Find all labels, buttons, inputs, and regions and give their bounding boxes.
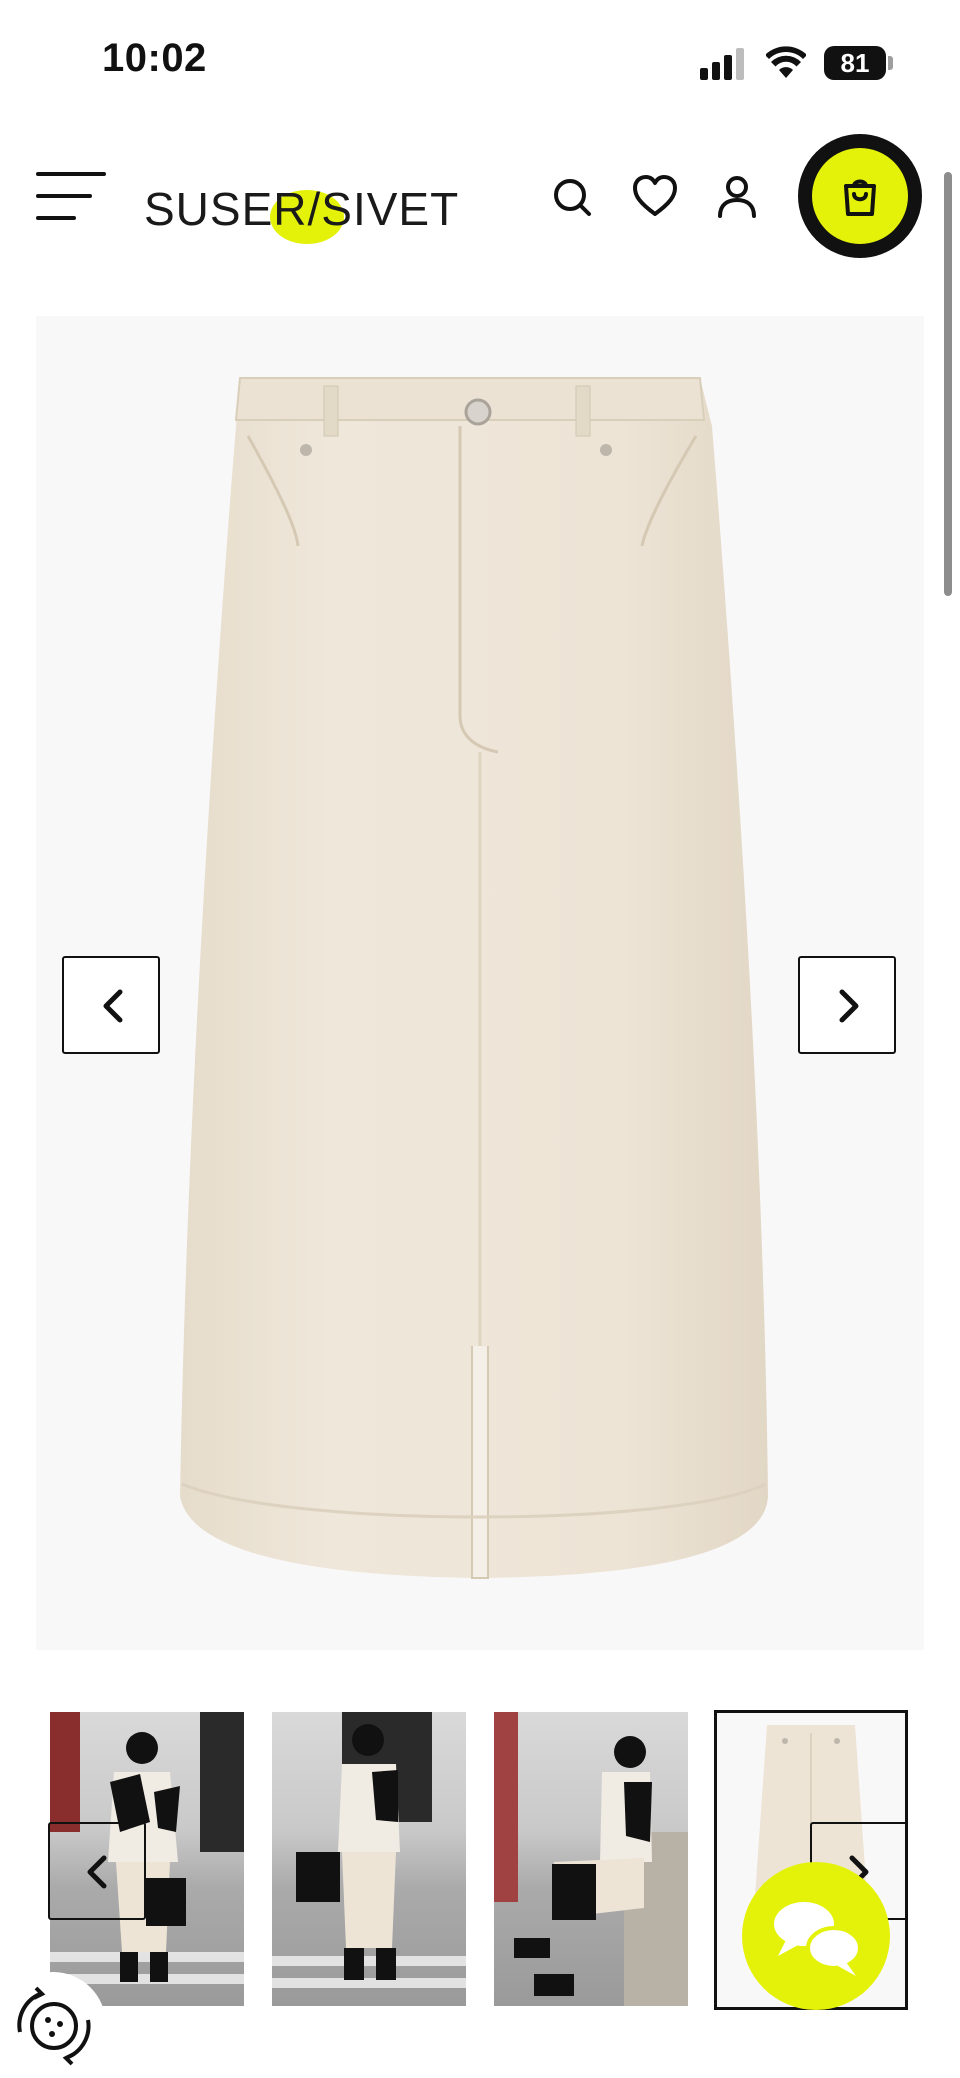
skirt-illustration bbox=[180, 377, 768, 1579]
chevron-left-icon bbox=[87, 1855, 107, 1889]
cookie-icon bbox=[17, 1986, 91, 2066]
heart-icon[interactable] bbox=[630, 172, 680, 222]
wifi-icon bbox=[766, 46, 806, 78]
chat-button[interactable] bbox=[742, 1862, 890, 2010]
chevron-left-icon bbox=[103, 989, 123, 1023]
cookie-settings-button[interactable] bbox=[0, 1972, 106, 2078]
battery-tip bbox=[888, 56, 893, 70]
menu-icon[interactable] bbox=[36, 172, 106, 222]
status-bar: 10:02 81 bbox=[0, 0, 960, 120]
status-time: 10:02 bbox=[102, 36, 207, 80]
gallery-prev-button[interactable] bbox=[62, 956, 160, 1054]
chat-bubbles-icon bbox=[774, 1902, 862, 1976]
thumbnail-3[interactable] bbox=[494, 1712, 688, 2006]
gallery-next-button[interactable] bbox=[798, 956, 896, 1054]
page-scrollbar[interactable] bbox=[944, 172, 952, 596]
cart-button[interactable] bbox=[798, 134, 922, 258]
thumbnails-prev-button[interactable] bbox=[48, 1822, 146, 1920]
site-header: SUSER/SIVET bbox=[0, 120, 960, 280]
logo[interactable]: SUSER/SIVET bbox=[140, 160, 458, 244]
product-main-image bbox=[36, 316, 924, 1650]
cellular-signal-icon bbox=[700, 46, 748, 80]
user-icon[interactable] bbox=[712, 172, 762, 222]
model-photo bbox=[272, 1712, 466, 1988]
chevron-right-icon bbox=[839, 989, 859, 1023]
battery-indicator: 81 bbox=[824, 46, 886, 80]
model-photo bbox=[494, 1712, 688, 2006]
thumbnail-2[interactable] bbox=[272, 1712, 466, 2006]
search-icon[interactable] bbox=[548, 172, 598, 222]
logo-text: SUSER/SIVET bbox=[144, 183, 460, 235]
bag-icon bbox=[844, 179, 876, 216]
